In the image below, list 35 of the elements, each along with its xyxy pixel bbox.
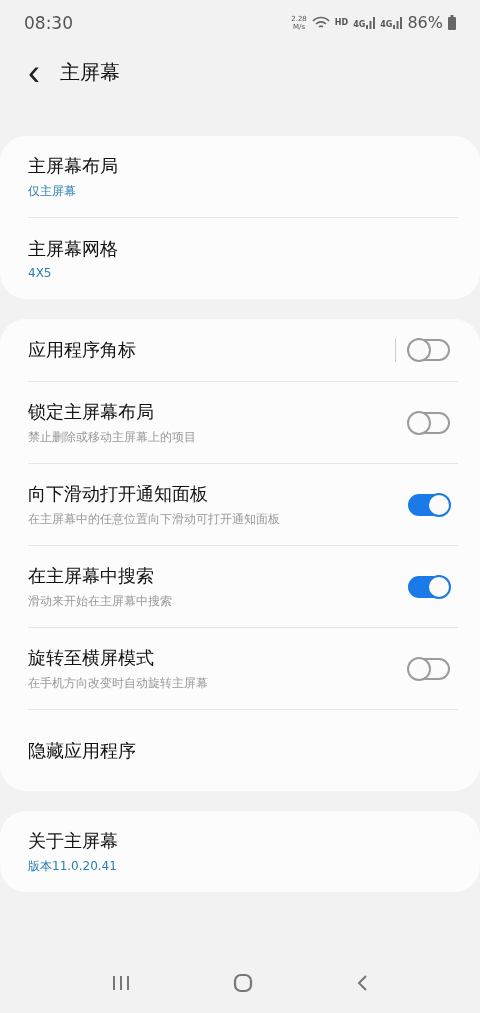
setting-title: 隐藏应用程序 bbox=[28, 738, 137, 763]
back-icon[interactable] bbox=[356, 974, 369, 992]
recent-apps-icon[interactable] bbox=[111, 975, 130, 991]
status-time: 08:30 bbox=[24, 12, 73, 33]
toggle-switch[interactable] bbox=[408, 339, 450, 361]
setting-title: 向下滑动打开通知面板 bbox=[28, 481, 209, 506]
signal-icon bbox=[366, 16, 376, 29]
setting-description: 在手机方向改变时自动旋转主屏幕 bbox=[28, 674, 209, 692]
network-label: 4G bbox=[353, 19, 366, 29]
back-button[interactable]: ‹ bbox=[28, 54, 40, 91]
setting-title: 在主屏幕中搜索 bbox=[28, 563, 155, 588]
wifi-icon bbox=[311, 15, 330, 30]
toggle-switch[interactable] bbox=[408, 575, 450, 598]
network-label: 4G bbox=[380, 19, 393, 29]
setting-title: 主屏幕布局 bbox=[28, 153, 119, 178]
toggle-switch[interactable] bbox=[408, 657, 450, 680]
setting-value: 4X5 bbox=[28, 266, 53, 280]
setting-description: 滑动来开始在主屏幕中搜索 bbox=[28, 592, 173, 610]
toggle-switch[interactable] bbox=[408, 493, 450, 516]
setting-value: 仅主屏幕 bbox=[28, 182, 77, 200]
setting-title: 应用程序角标 bbox=[28, 338, 137, 362]
setting-value: 版本11.0.20.41 bbox=[28, 857, 118, 875]
signal-icon bbox=[393, 16, 403, 29]
setting-description: 在主屏幕中的任意位置向下滑动可打开通知面板 bbox=[28, 510, 281, 528]
battery-percent: 86% bbox=[407, 13, 443, 32]
setting-description: 禁止删除或移动主屏幕上的项目 bbox=[28, 428, 197, 446]
battery-icon bbox=[448, 15, 456, 30]
home-icon[interactable] bbox=[233, 973, 253, 993]
hd-label: HD bbox=[334, 18, 349, 27]
toggle-switch[interactable] bbox=[408, 411, 450, 434]
setting-title: 锁定主屏幕布局 bbox=[28, 399, 155, 424]
setting-title: 旋转至横屏模式 bbox=[28, 645, 155, 670]
setting-title: 关于主屏幕 bbox=[28, 828, 119, 853]
page-title: 主屏幕 bbox=[60, 59, 120, 86]
setting-title: 主屏幕网格 bbox=[28, 237, 119, 261]
